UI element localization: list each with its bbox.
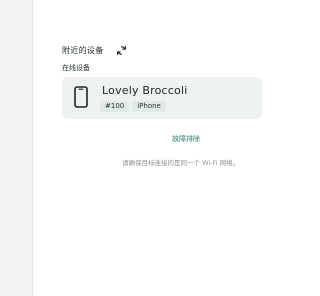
device-type-tag: iPhone [132,101,166,112]
refresh-icon[interactable] [116,44,128,56]
device-name: Lovely Broccoli [102,84,188,97]
app-window: 附近的设备 在线设备 Lovely Broccoli #100 iPhone 故… [0,0,262,296]
left-sidebar [0,0,33,296]
device-id-tag: #100 [100,101,130,112]
troubleshoot-link[interactable]: 故障排除 [172,134,200,144]
device-tags: #100 iPhone [100,101,166,112]
top-bar [33,0,247,12]
wifi-hint-text: 请确保目标连接的是同一个 Wi-Fi 网络。 [122,159,240,167]
phone-icon [74,86,88,108]
nearby-devices-title: 附近的设备 [62,45,104,55]
device-card[interactable]: Lovely Broccoli #100 iPhone [62,77,262,118]
nearby-devices-header: 附近的设备 [62,44,128,56]
online-devices-label: 在线设备 [62,64,90,72]
